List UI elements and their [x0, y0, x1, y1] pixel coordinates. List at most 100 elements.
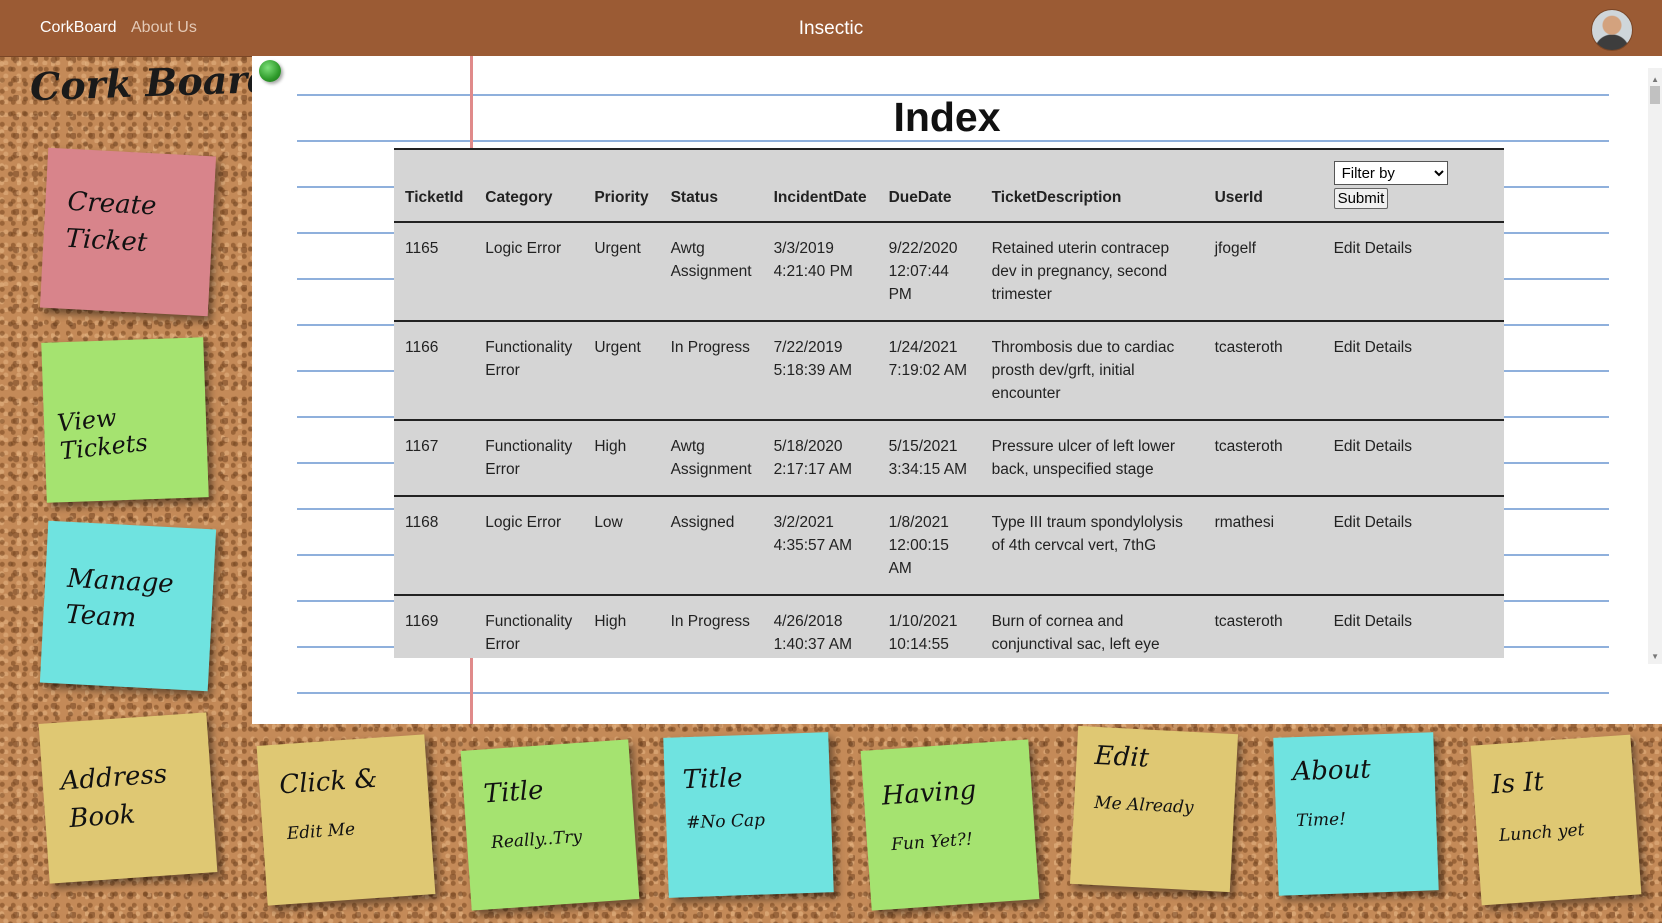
edit-link[interactable]: Edit — [1334, 240, 1361, 257]
scrollbar-thumb[interactable] — [1650, 86, 1660, 104]
cell-actions: Edit Details — [1323, 222, 1504, 321]
bottom-note-about-time[interactable]: About Time! — [1273, 732, 1439, 896]
cell-incident-date: 5/18/2020 2:17:17 AM — [773, 438, 852, 478]
cell-category: Functionality Error — [485, 339, 573, 379]
note-line1: Having — [880, 775, 978, 812]
cell-actions: Edit Details — [1323, 420, 1504, 496]
cell-priority: Urgent — [594, 339, 641, 356]
table-row: 1165 Logic Error Urgent Awtg Assignment … — [394, 222, 1504, 321]
cell-description: Thrombosis due to cardiac prosth dev/grf… — [991, 339, 1175, 402]
view-tickets-note[interactable]: View Tickets — [41, 337, 209, 503]
note-line1: Create — [66, 186, 158, 222]
details-link[interactable]: Details — [1365, 514, 1412, 531]
note-line2: Ticket — [64, 223, 149, 259]
cell-incident-date: 3/3/2019 4:21:40 PM — [773, 240, 853, 280]
note-line2: Me Already — [1093, 792, 1195, 819]
cell-status: In Progress — [670, 613, 750, 630]
table-row: 1166 Functionality Error Urgent In Progr… — [394, 321, 1504, 420]
brand-link[interactable]: CorkBoard — [40, 19, 116, 37]
note-line1: Title — [482, 775, 545, 810]
header-incident-date: IncidentDate — [773, 189, 867, 206]
header-status: Status — [670, 189, 718, 206]
details-link[interactable]: Details — [1365, 240, 1412, 257]
note-line1: Title — [682, 763, 744, 796]
notebook-paper: Index ▲ ▼ TicketId Category Priority Sta… — [252, 56, 1662, 724]
bottom-note-click-edit[interactable]: Click & Edit Me — [256, 734, 436, 906]
address-book-note[interactable]: Address Book — [38, 712, 218, 884]
edit-link[interactable]: Edit — [1334, 339, 1361, 356]
page-title: Index — [893, 94, 1001, 140]
header-due-date: DueDate — [888, 189, 952, 206]
cell-description: Pressure ulcer of left lower back, unspe… — [991, 438, 1176, 478]
note-line1: View Tickets — [55, 403, 150, 466]
cell-category: Logic Error — [485, 514, 562, 531]
cell-incident-date: 7/22/2019 5:18:39 AM — [773, 339, 852, 379]
cell-description: Type III traum spondylolysis of 4th cerv… — [991, 514, 1183, 554]
cork-board-title: Cork Board — [29, 55, 275, 110]
cell-ticket-id: 1166 — [405, 339, 439, 356]
navbar: CorkBoard About Us Insectic — [0, 0, 1662, 57]
cell-status: Awtg Assignment — [670, 240, 752, 280]
cell-due-date: 1/24/2021 7:19:02 AM — [888, 339, 967, 379]
cell-incident-date: 4/26/2018 1:40:37 AM — [773, 613, 852, 653]
filter-cell: Filter by Submit — [1323, 150, 1504, 222]
note-line2: Book — [68, 799, 137, 835]
create-ticket-note[interactable]: Create Ticket — [39, 147, 217, 317]
cell-category: Functionality Error — [485, 438, 573, 478]
edit-link[interactable]: Edit — [1334, 438, 1361, 455]
cell-actions: Edit Details — [1323, 321, 1504, 420]
table-row: 1168 Logic Error Low Assigned 3/2/2021 4… — [394, 496, 1504, 595]
header-priority: Priority — [594, 189, 649, 206]
cell-due-date: 5/15/2021 3:34:15 AM — [888, 438, 967, 478]
bottom-note-lunch-yet[interactable]: Is It Lunch yet — [1470, 734, 1642, 906]
header-category: Category — [485, 189, 553, 206]
bottom-note-title-no-cap[interactable]: Title #No Cap — [663, 732, 834, 898]
cell-due-date: 1/10/2021 10:14:55 — [888, 613, 958, 653]
user-avatar[interactable] — [1591, 9, 1633, 51]
cell-actions: Edit Details — [1323, 595, 1504, 658]
cell-due-date: 1/8/2021 12:00:15 AM — [888, 514, 949, 577]
filter-select[interactable]: Filter by — [1333, 161, 1448, 185]
bottom-note-having-fun[interactable]: Having Fun Yet?! — [860, 739, 1040, 911]
cell-ticket-id: 1167 — [405, 438, 439, 455]
push-pin-icon — [259, 60, 281, 82]
app-title: Insectic — [798, 18, 864, 39]
cell-status: Assigned — [670, 514, 735, 531]
cell-status: Awtg Assignment — [670, 438, 752, 478]
cell-ticket-id: 1168 — [405, 514, 439, 531]
table-row: 1167 Functionality Error High Awtg Assig… — [394, 420, 1504, 496]
cell-user-id: tcasteroth — [1214, 339, 1283, 356]
note-line1: Manage — [66, 563, 175, 600]
details-link[interactable]: Details — [1365, 339, 1412, 356]
cell-ticket-id: 1165 — [405, 240, 439, 257]
note-line1: Is It — [1490, 766, 1545, 801]
manage-team-note[interactable]: Manage Team — [39, 520, 217, 692]
scroll-up-icon[interactable]: ▲ — [1651, 75, 1659, 84]
bottom-note-edit-me-already[interactable]: Edit Me Already — [1069, 725, 1239, 893]
scrollbar[interactable]: ▲ ▼ — [1648, 68, 1662, 664]
cell-user-id: rmathesi — [1214, 514, 1275, 531]
cell-user-id: tcasteroth — [1214, 613, 1283, 630]
cell-category: Functionality Error — [485, 613, 573, 653]
note-line2: Lunch yet — [1498, 820, 1586, 846]
submit-button[interactable]: Submit — [1333, 188, 1389, 209]
cell-actions: Edit Details — [1323, 496, 1504, 595]
cell-priority: High — [594, 613, 627, 630]
cell-incident-date: 3/2/2021 4:35:57 AM — [773, 514, 852, 554]
details-link[interactable]: Details — [1365, 438, 1412, 455]
note-line2: Time! — [1295, 809, 1347, 832]
note-line2: Edit Me — [286, 819, 356, 845]
tickets-table: TicketId Category Priority Status Incide… — [394, 150, 1504, 658]
cell-status: In Progress — [670, 339, 750, 356]
scroll-down-icon[interactable]: ▼ — [1651, 652, 1659, 661]
edit-link[interactable]: Edit — [1334, 613, 1361, 630]
note-line1: Click & — [278, 763, 379, 801]
edit-link[interactable]: Edit — [1334, 514, 1361, 531]
bottom-note-title-really[interactable]: Title Really..Try — [460, 739, 640, 911]
table-row: 1169 Functionality Error High In Progres… — [394, 595, 1504, 658]
note-line2: Fun Yet?! — [890, 829, 974, 856]
tickets-table-container: TicketId Category Priority Status Incide… — [394, 148, 1504, 658]
details-link[interactable]: Details — [1365, 613, 1412, 630]
nav-about-us-link[interactable]: About Us — [131, 19, 197, 37]
note-line1: Address — [59, 759, 169, 797]
